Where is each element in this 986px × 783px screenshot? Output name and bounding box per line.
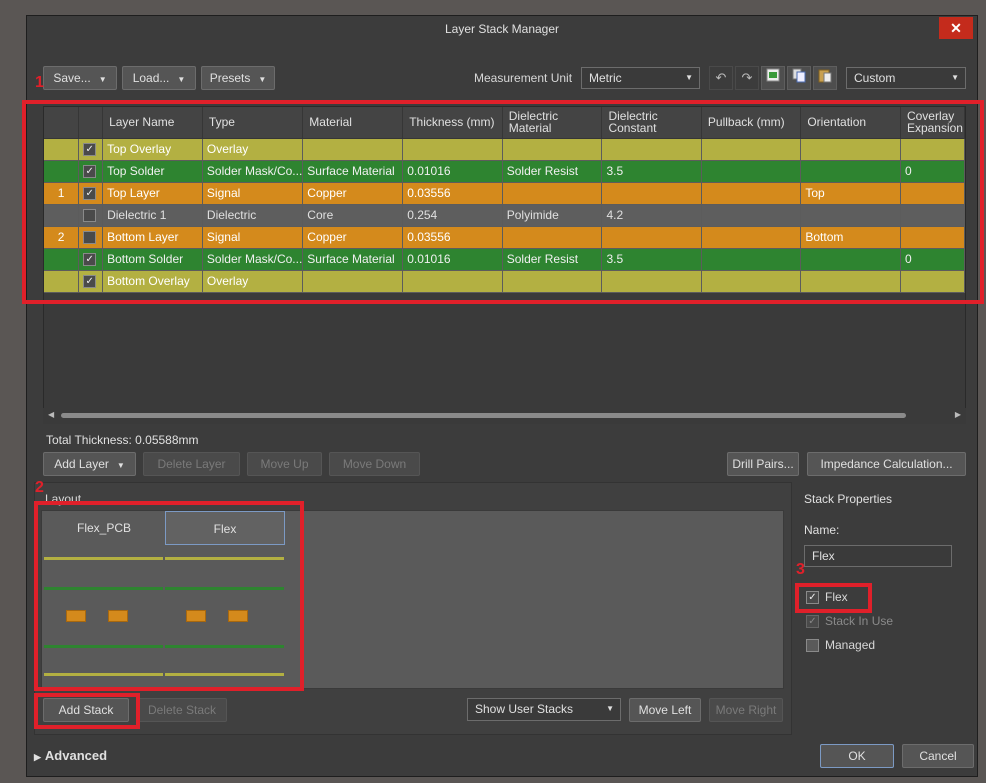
move-right-button[interactable]: Move Right xyxy=(709,698,783,722)
redo-icon[interactable]: ↷ xyxy=(735,66,759,90)
chevron-down-icon: ▼ xyxy=(606,704,614,713)
scroll-thumb[interactable] xyxy=(61,413,906,418)
checkbox-icon xyxy=(806,638,819,652)
managed-checkbox[interactable]: Managed xyxy=(806,638,875,652)
annotation-number: 1 xyxy=(35,74,44,91)
stack-in-use-label: Stack In Use xyxy=(825,614,894,628)
presets-label: Presets xyxy=(209,71,251,85)
advanced-toggle[interactable]: ▶ Advanced xyxy=(34,748,107,763)
chevron-down-icon: ▼ xyxy=(177,75,186,84)
chevron-down-icon: ▼ xyxy=(951,73,959,82)
add-layer-label: Add Layer xyxy=(54,457,109,471)
stack-properties-heading: Stack Properties xyxy=(804,492,893,506)
managed-label: Managed xyxy=(825,638,876,652)
measurement-unit-label: Measurement Unit xyxy=(474,71,573,85)
stack-name-input[interactable]: Flex xyxy=(804,545,952,567)
checkbox-icon: ✓ xyxy=(806,614,819,628)
close-button[interactable]: ✕ xyxy=(939,17,973,39)
highlight-box xyxy=(34,693,140,729)
move-down-button[interactable]: Move Down xyxy=(329,452,420,476)
total-thickness: Total Thickness: 0.05588mm xyxy=(46,433,199,447)
annotation-number: 3 xyxy=(796,561,805,578)
export-icon[interactable] xyxy=(761,66,785,90)
scroll-right-icon[interactable]: ▶ xyxy=(955,410,961,419)
delete-stack-button[interactable]: Delete Stack xyxy=(137,698,227,722)
delete-layer-button[interactable]: Delete Layer xyxy=(143,452,240,476)
name-label: Name: xyxy=(804,523,840,537)
save-label: Save... xyxy=(53,71,91,85)
stack-in-use-checkbox[interactable]: ✓ Stack In Use xyxy=(806,614,893,628)
annotation-number: 2 xyxy=(35,479,44,496)
cancel-button[interactable]: Cancel xyxy=(902,744,974,768)
chevron-down-icon: ▼ xyxy=(98,75,107,84)
highlight-box xyxy=(34,501,304,691)
show-stacks-value: Show User Stacks xyxy=(475,702,574,716)
load-label: Load... xyxy=(132,71,170,85)
ok-button[interactable]: OK xyxy=(820,744,894,768)
measurement-unit-select[interactable]: Metric ▼ xyxy=(581,67,700,89)
drill-pairs-button[interactable]: Drill Pairs... xyxy=(727,452,799,476)
chevron-right-icon: ▶ xyxy=(34,752,41,762)
move-up-button[interactable]: Move Up xyxy=(247,452,322,476)
window-title: Layer Stack Manager xyxy=(27,16,977,43)
highlight-box xyxy=(22,100,984,304)
stack-preset-value: Custom xyxy=(854,71,896,85)
horizontal-scrollbar[interactable]: ◀ ▶ xyxy=(43,408,966,424)
chevron-down-icon: ▼ xyxy=(685,73,693,82)
show-stacks-select[interactable]: Show User Stacks ▼ xyxy=(467,698,621,721)
copy-icon[interactable] xyxy=(787,66,811,90)
save-button[interactable]: Save... ▼ xyxy=(43,66,117,90)
load-button[interactable]: Load... ▼ xyxy=(122,66,196,90)
chevron-down-icon: ▼ xyxy=(116,461,125,470)
scroll-left-icon[interactable]: ◀ xyxy=(48,410,54,419)
presets-button[interactable]: Presets ▼ xyxy=(201,66,275,90)
advanced-label: Advanced xyxy=(44,748,108,763)
add-layer-button[interactable]: Add Layer ▼ xyxy=(43,452,136,476)
undo-icon[interactable]: ↶ xyxy=(709,66,733,90)
move-left-button[interactable]: Move Left xyxy=(629,698,701,722)
measurement-unit-value: Metric xyxy=(589,71,622,85)
highlight-box xyxy=(795,583,872,613)
chevron-down-icon: ▼ xyxy=(258,75,267,84)
paste-icon[interactable] xyxy=(813,66,837,90)
impedance-calculation-button[interactable]: Impedance Calculation... xyxy=(807,452,966,476)
stack-preset-select[interactable]: Custom ▼ xyxy=(846,67,966,89)
